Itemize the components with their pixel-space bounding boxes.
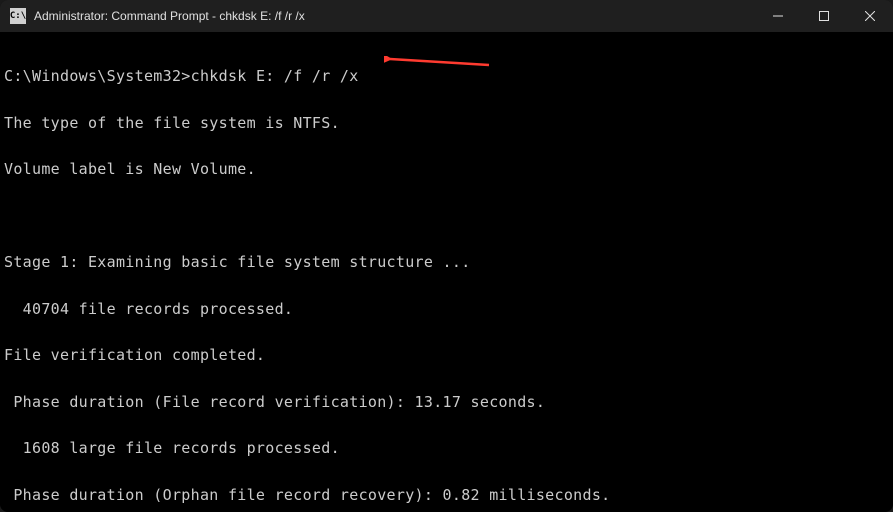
prompt-line: C:\Windows\System32>chkdsk E: /f /r /x — [4, 69, 885, 85]
output-line: 1608 large file records processed. — [4, 441, 885, 457]
prompt-path: C:\Windows\System32> — [4, 67, 191, 85]
window-title: Administrator: Command Prompt - chkdsk E… — [34, 9, 755, 23]
close-icon — [865, 11, 875, 21]
output-line: Phase duration (Orphan file record recov… — [4, 488, 885, 504]
command-prompt-window: C:\ Administrator: Command Prompt - chkd… — [0, 0, 893, 512]
minimize-button[interactable] — [755, 0, 801, 32]
arrow-icon — [384, 56, 494, 68]
minimize-icon — [773, 11, 783, 21]
output-line: Volume label is New Volume. — [4, 162, 885, 178]
output-line: Phase duration (File record verification… — [4, 395, 885, 411]
output-line: The type of the file system is NTFS. — [4, 116, 885, 132]
maximize-icon — [819, 11, 829, 21]
prompt-command: chkdsk E: /f /r /x — [191, 67, 359, 85]
cmd-icon: C:\ — [10, 8, 26, 24]
output-line: File verification completed. — [4, 348, 885, 364]
output-line: 40704 file records processed. — [4, 302, 885, 318]
output-blank — [4, 209, 885, 225]
terminal-output[interactable]: C:\Windows\System32>chkdsk E: /f /r /x T… — [0, 32, 893, 512]
maximize-button[interactable] — [801, 0, 847, 32]
close-button[interactable] — [847, 0, 893, 32]
window-controls — [755, 0, 893, 32]
output-line: Stage 1: Examining basic file system str… — [4, 255, 885, 271]
titlebar[interactable]: C:\ Administrator: Command Prompt - chkd… — [0, 0, 893, 32]
